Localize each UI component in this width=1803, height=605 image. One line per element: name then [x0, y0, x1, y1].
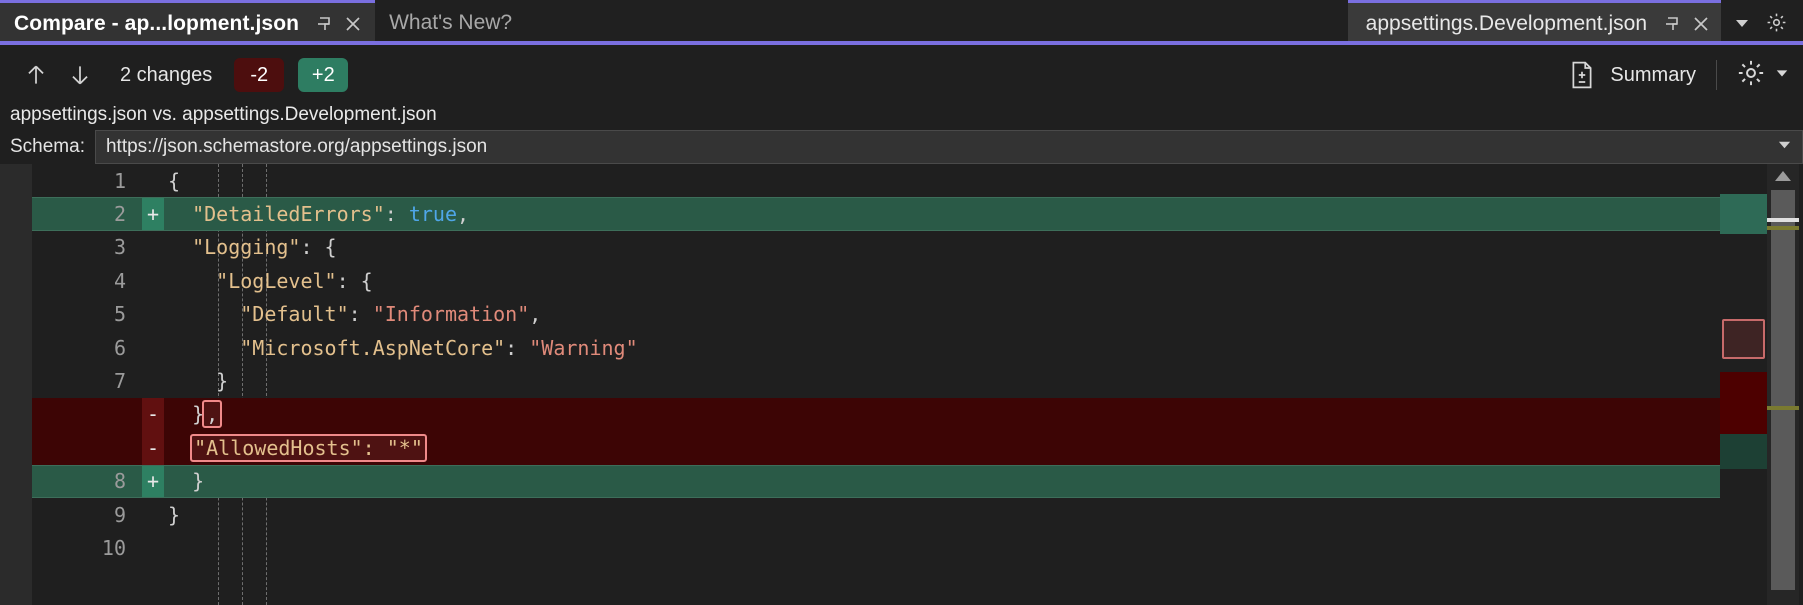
additions-badge[interactable]: +2	[298, 58, 349, 92]
removed-change-marker[interactable]	[1720, 372, 1767, 434]
line-number: 7	[113, 369, 126, 394]
code-line[interactable]: 2 + "DetailedErrors": true,	[32, 197, 1720, 232]
modified-tick	[1767, 218, 1799, 222]
line-marker	[142, 331, 164, 364]
code-lines-container[interactable]: 1{2 + "DetailedErrors": true, 3 "Logging":…	[32, 164, 1720, 605]
deletions-badge[interactable]: -2	[234, 58, 285, 92]
next-change-button[interactable]	[58, 53, 102, 97]
line-marker	[142, 531, 164, 564]
scroll-up-icon[interactable]	[1767, 164, 1799, 188]
previous-change-button[interactable]	[14, 53, 58, 97]
caret-down-icon[interactable]	[1775, 66, 1789, 85]
saved-tick-2	[1767, 406, 1799, 410]
code-line[interactable]: 5 "Default": "Information",	[32, 298, 1720, 331]
summary-button[interactable]: Summary	[1570, 60, 1696, 90]
schema-bar: Schema: https://json.schemastore.org/app…	[0, 130, 1803, 164]
close-icon[interactable]	[339, 10, 367, 38]
code-line[interactable]: - },	[32, 397, 1720, 432]
line-marker	[142, 498, 164, 531]
toolbar-divider	[1716, 60, 1717, 90]
compare-subtitle-text: appsettings.json vs. appsettings.Develop…	[10, 104, 437, 125]
gear-icon	[1737, 59, 1765, 92]
diff-editor: 1{2 + "DetailedErrors": true, 3 "Logging":…	[0, 164, 1803, 605]
pin-icon[interactable]	[1659, 10, 1687, 38]
code-text: "Microsoft.AspNetCore": "Warning"	[240, 335, 638, 360]
scrollbar-thumb[interactable]	[1771, 190, 1795, 590]
tab-appsettings-development[interactable]: appsettings.Development.json	[1347, 0, 1721, 45]
line-number: 1	[113, 168, 126, 193]
line-number: 8	[113, 469, 126, 494]
code-line[interactable]: 6 "Microsoft.AspNetCore": "Warning"	[32, 331, 1720, 364]
tab-bar: Compare - ap...lopment.json What's New? …	[0, 0, 1803, 45]
diff-viewer-window: Compare - ap...lopment.json What's New? …	[0, 0, 1803, 605]
code-line[interactable]: 8 + }	[32, 464, 1720, 499]
removed-line-marker: -	[142, 431, 164, 465]
line-number: 4	[113, 268, 126, 293]
line-number: 10	[101, 535, 126, 560]
code-line[interactable]: 7 }	[32, 364, 1720, 397]
diff-overview-ruler[interactable]	[1720, 164, 1767, 605]
gear-icon[interactable]	[1759, 0, 1793, 45]
tab-bar-tools	[1721, 0, 1803, 45]
code-text: {	[168, 168, 181, 193]
chevron-down-icon[interactable]	[1725, 0, 1759, 45]
line-marker	[142, 164, 164, 197]
code-text: "DetailedErrors": true,	[192, 202, 470, 227]
line-marker	[142, 264, 164, 297]
code-line[interactable]: 3 "Logging": {	[32, 231, 1720, 264]
diff-document-icon	[1570, 60, 1600, 90]
summary-label: Summary	[1610, 63, 1696, 86]
added-change-marker[interactable]	[1720, 194, 1767, 234]
tab-whats-new[interactable]: What's New?	[375, 0, 533, 45]
changes-count-label: 2 changes	[120, 63, 213, 86]
pin-icon[interactable]	[311, 10, 339, 38]
code-text: "Logging": {	[192, 235, 337, 260]
code-line[interactable]: 10	[32, 531, 1720, 564]
code-line[interactable]: 1{	[32, 164, 1720, 197]
removed-line-marker: -	[142, 397, 164, 432]
code-text: "AllowedHosts": "*"	[164, 433, 1720, 462]
saved-tick	[1767, 226, 1799, 230]
code-text: }	[192, 469, 205, 494]
code-line[interactable]: 4 "LogLevel": {	[32, 264, 1720, 297]
line-marker	[142, 364, 164, 397]
code-line[interactable]: - "AllowedHosts": "*"	[32, 431, 1720, 465]
tab-compare-appsettings[interactable]: Compare - ap...lopment.json	[0, 0, 376, 45]
diff-settings-button[interactable]	[1737, 59, 1789, 92]
line-marker	[142, 231, 164, 264]
code-text: "Default": "Information",	[240, 302, 542, 327]
code-line[interactable]: 9}	[32, 498, 1720, 531]
code-text: "LogLevel": {	[216, 268, 373, 293]
line-marker	[142, 298, 164, 331]
line-number: 2	[113, 202, 126, 227]
schema-select[interactable]: https://json.schemastore.org/appsettings…	[94, 130, 1803, 164]
line-number: 6	[113, 335, 126, 360]
editor-left-strip	[0, 164, 32, 605]
code-text: },	[164, 400, 1720, 429]
active-tab-accent-bar	[0, 41, 1803, 45]
caret-down-icon[interactable]	[1769, 136, 1792, 158]
line-number: 9	[113, 502, 126, 527]
code-text: }	[168, 502, 181, 527]
added-line-marker: +	[142, 197, 164, 231]
added-line-marker: +	[142, 464, 164, 498]
tab-bar-spacer	[532, 0, 1348, 45]
code-text: }	[216, 369, 229, 394]
vertical-scrollbar[interactable]	[1767, 164, 1799, 605]
schema-value: https://json.schemastore.org/appsettings…	[105, 136, 488, 157]
current-change-highlight[interactable]	[1722, 319, 1765, 359]
added-change-marker-2[interactable]	[1720, 434, 1767, 469]
line-number: 5	[113, 302, 126, 327]
tab-label: Compare - ap...lopment.json	[14, 12, 300, 35]
tab-label: appsettings.Development.json	[1365, 12, 1647, 35]
compare-subtitle: appsettings.json vs. appsettings.Develop…	[0, 100, 1803, 130]
close-icon[interactable]	[1687, 10, 1715, 38]
schema-label: Schema:	[0, 130, 95, 164]
diff-toolbar: 2 changes -2 +2 Summary	[0, 49, 1803, 101]
line-number: 3	[113, 235, 126, 260]
tab-label: What's New?	[389, 10, 513, 34]
